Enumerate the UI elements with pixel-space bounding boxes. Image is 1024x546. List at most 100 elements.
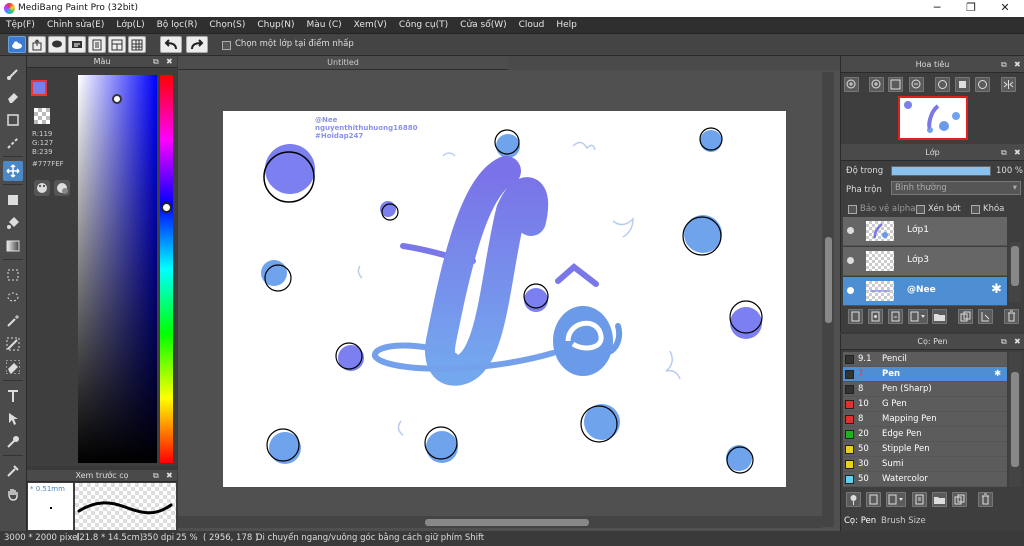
layer-row[interactable]: Lớp3 (843, 247, 1007, 276)
blend-mode-select[interactable]: Bình thường ▾ (891, 181, 1021, 195)
actual-size-icon[interactable] (955, 77, 970, 92)
share-icon[interactable] (28, 36, 46, 53)
rotate-left-icon[interactable] (935, 77, 950, 92)
palette-icon[interactable] (34, 180, 50, 196)
folder-icon[interactable] (932, 309, 947, 324)
horizontal-scroll-thumb[interactable] (425, 519, 589, 526)
undock-icon[interactable]: ⧉ (1001, 336, 1007, 348)
brush-item[interactable]: 50 Stipple Pen (843, 442, 1007, 457)
lasso-tool-icon[interactable] (3, 288, 23, 308)
panel-close-icon[interactable]: ✖ (1014, 59, 1021, 71)
menu-filter[interactable]: Bộ lọc(R) (151, 17, 204, 33)
saturation-value-picker[interactable] (78, 75, 157, 463)
brush-item[interactable]: 8 Pen (Sharp) (843, 382, 1007, 397)
brush-item[interactable]: 20 Edge Pen (843, 427, 1007, 442)
tab-brush-size[interactable]: Brush Size (881, 516, 926, 526)
menu-capture[interactable]: Chụp(N) (251, 17, 300, 33)
layer-row[interactable]: Lớp1 (843, 217, 1007, 246)
gradient-tool-icon[interactable] (3, 236, 23, 256)
panel-layout-icon[interactable] (108, 36, 126, 53)
menu-window[interactable]: Cửa sổ(W) (454, 17, 512, 33)
menu-file[interactable]: Tệp(F) (0, 17, 41, 33)
transparent-color-swatch[interactable] (34, 108, 50, 124)
undock-icon[interactable]: ⧉ (1001, 147, 1007, 159)
opacity-slider[interactable] (891, 166, 991, 176)
close-button[interactable]: ✕ (988, 0, 1022, 17)
layers-scrollbar[interactable] (1009, 242, 1021, 302)
brush-scrollbar[interactable] (1009, 352, 1021, 487)
navigator-thumbnail[interactable] (898, 96, 968, 140)
drawing-canvas[interactable]: @Nee nguyenthithuhuong16880 #Hoidap247 (223, 111, 786, 487)
hue-slider-thumb[interactable] (161, 202, 172, 213)
zoom-in-icon[interactable] (869, 77, 884, 92)
eye-icon[interactable] (847, 227, 854, 234)
duplicate-brush-icon[interactable] (952, 492, 967, 507)
eye-icon[interactable] (847, 287, 854, 294)
bucket-tool-icon[interactable] (3, 213, 23, 233)
brush-item[interactable]: 30 Sumi (843, 457, 1007, 472)
zoom-in-icon[interactable] (844, 77, 859, 92)
merge-layer-icon[interactable] (978, 309, 993, 324)
maximize-button[interactable]: ❐ (954, 0, 988, 17)
select-pen-icon[interactable] (3, 334, 23, 354)
select-eraser-icon[interactable] (3, 357, 23, 377)
eyedropper-tool-icon[interactable] (3, 432, 23, 452)
menu-color[interactable]: Màu (C) (301, 17, 348, 33)
grid-icon[interactable] (128, 36, 146, 53)
brush-item[interactable]: 8 Mapping Pen (843, 412, 1007, 427)
vertical-scrollbar[interactable] (822, 72, 834, 527)
undo-icon[interactable] (160, 36, 182, 53)
color-picker-cursor[interactable] (112, 94, 122, 104)
page-icon[interactable] (88, 36, 106, 53)
zoom-tool-icon[interactable] (3, 461, 23, 481)
panel-close-icon[interactable]: ✖ (1014, 336, 1021, 348)
text-tool-icon[interactable] (3, 386, 23, 406)
add-brush-icon[interactable] (846, 492, 861, 507)
eye-icon[interactable] (847, 257, 854, 264)
vertical-scroll-thumb[interactable] (825, 237, 832, 323)
delete-brush-icon[interactable] (978, 492, 993, 507)
menu-layer[interactable]: Lớp(L) (110, 17, 150, 33)
fit-screen-icon[interactable] (888, 77, 903, 92)
duplicate-layer-icon[interactable] (958, 309, 973, 324)
hand-tool-icon[interactable] (3, 484, 23, 504)
brush-item-selected[interactable]: 7 Pen ✱ (843, 367, 1007, 382)
shape-tool-icon[interactable] (3, 110, 23, 130)
dot-tool-icon[interactable] (3, 133, 23, 153)
protect-alpha-checkbox[interactable] (848, 205, 857, 214)
delete-layer-icon[interactable] (1004, 309, 1019, 324)
layer-row-selected[interactable]: @Nee ✱ (843, 277, 1007, 306)
select-tool-icon[interactable] (3, 265, 23, 285)
hue-slider[interactable] (160, 75, 173, 463)
eraser-tool-icon[interactable] (3, 87, 23, 107)
speech-bubble-icon[interactable] (48, 36, 66, 53)
select-layer-checkbox[interactable] (222, 41, 231, 50)
brush-menu-icon[interactable] (886, 492, 906, 507)
new-layer-icon[interactable] (848, 309, 863, 324)
menu-cloud[interactable]: Cloud (513, 17, 551, 33)
new-8bit-layer-icon[interactable] (888, 309, 903, 324)
menu-select[interactable]: Chọn(S) (203, 17, 251, 33)
tab-brush[interactable]: Cọ: Pen (844, 516, 876, 526)
new-halftone-layer-icon[interactable] (868, 309, 883, 324)
move-tool-icon[interactable] (3, 161, 23, 181)
fill-tool-icon[interactable] (3, 190, 23, 210)
new-brush-icon[interactable] (866, 492, 881, 507)
undock-icon[interactable]: ⧉ (1001, 59, 1007, 71)
gear-icon[interactable]: ✱ (994, 367, 1001, 381)
menu-edit[interactable]: Chỉnh sửa(E) (41, 17, 110, 33)
panel-close-icon[interactable]: ✖ (166, 470, 173, 482)
brush-folder-icon[interactable] (932, 492, 947, 507)
cloud-icon[interactable] (8, 36, 26, 53)
gear-icon[interactable]: ✱ (991, 282, 1002, 297)
lock-checkbox[interactable] (971, 205, 980, 214)
operation-tool-icon[interactable] (3, 409, 23, 429)
brush-item[interactable]: 10 G Pen (843, 397, 1007, 412)
minimize-button[interactable]: ─ (920, 0, 954, 17)
magic-wand-icon[interactable] (3, 311, 23, 331)
zoom-out-icon[interactable] (909, 77, 924, 92)
copy-brush-icon[interactable] (912, 492, 927, 507)
redo-icon[interactable] (186, 36, 208, 53)
document-tab[interactable]: Untitled (178, 56, 508, 70)
menu-view[interactable]: Xem(V) (348, 17, 393, 33)
